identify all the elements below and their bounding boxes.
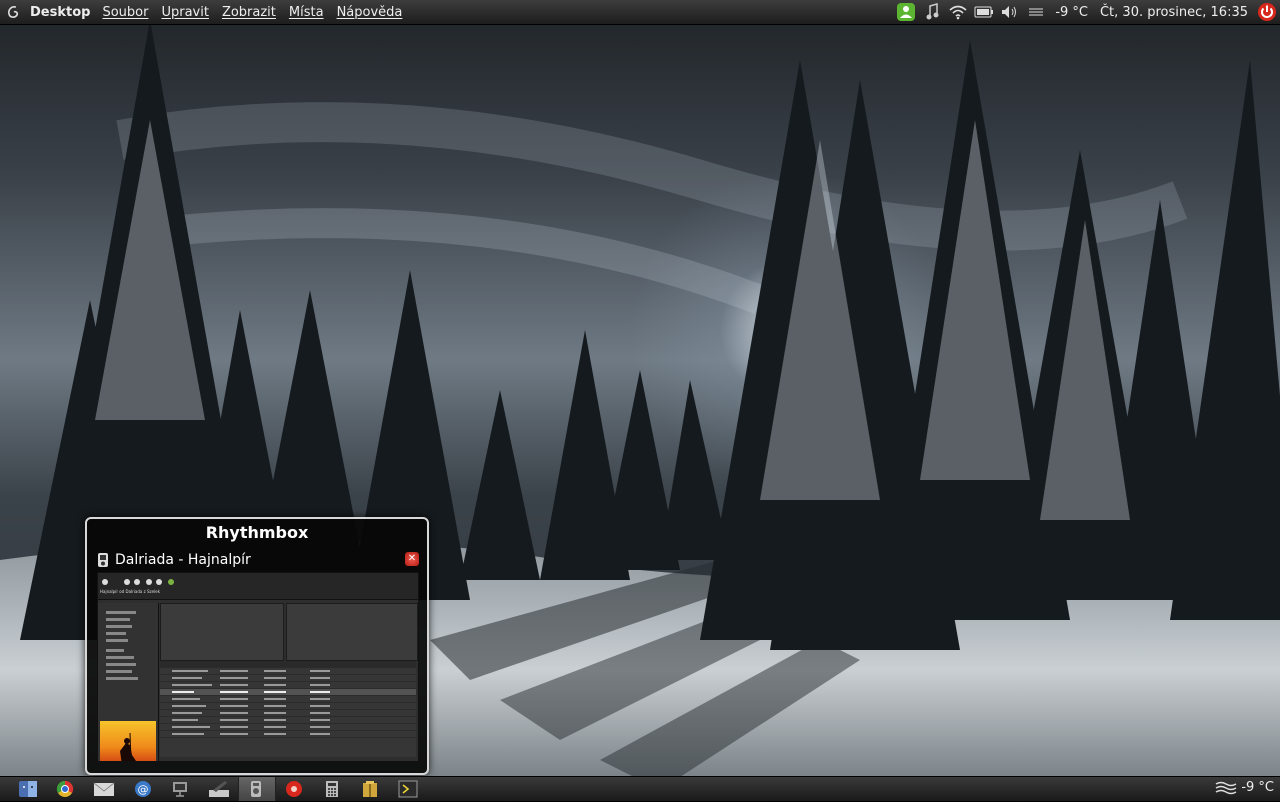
power-icon[interactable] (1257, 3, 1277, 21)
terminal-icon[interactable] (398, 780, 418, 798)
top-panel: Desktop Soubor Upravit Zobrazit Místa Ná… (0, 0, 1280, 25)
system-tray: -9 °C Čt, 30. prosinec, 16:35 (893, 0, 1280, 24)
thumb-next-icon (134, 579, 140, 585)
text-editor-icon[interactable] (207, 780, 229, 798)
wifi-icon[interactable] (948, 3, 968, 21)
close-icon[interactable]: ✕ (405, 552, 419, 566)
thumb-toolbar: Hajnalpír od Dalriada z Szelek (98, 573, 418, 600)
window-preview-popup: Rhythmbox Dalriada - Hajnalpír ✕ Hajnalp… (85, 517, 429, 775)
app-title[interactable]: Desktop (30, 5, 90, 20)
bottom-panel: @ -9 °C (0, 776, 1280, 801)
user-status-icon[interactable] (896, 3, 916, 21)
thumb-tracklist (160, 661, 416, 757)
top-temperature[interactable]: -9 °C (1055, 5, 1088, 20)
thumb-play-icon (102, 579, 108, 585)
finder-icon[interactable] (18, 780, 38, 798)
battery-icon[interactable] (974, 3, 994, 21)
mail-icon[interactable] (93, 780, 115, 798)
thumb-song-text: Hajnalpír od Dalriada z Szelek (100, 589, 160, 594)
bottom-temperature: -9 °C (1241, 780, 1274, 795)
rhythmbox-icon[interactable] (246, 780, 266, 798)
popup-window-title[interactable]: Dalriada - Hajnalpír (115, 552, 251, 568)
thumb-browser (160, 603, 418, 661)
thumb-prev-icon (124, 579, 130, 585)
menu-upravit[interactable]: Upravit (161, 5, 208, 20)
chrome-icon[interactable] (55, 780, 75, 798)
menu-mista[interactable]: Místa (289, 5, 324, 20)
thumb-shuffle-icon (156, 579, 162, 585)
media-player-icon (98, 553, 108, 567)
menu-napoveda[interactable]: Nápověda (337, 5, 403, 20)
bottom-weather[interactable]: -9 °C (1215, 780, 1274, 795)
calculator-icon[interactable] (322, 780, 342, 798)
fog-icon (1215, 781, 1237, 794)
network-monitor-icon[interactable] (170, 780, 190, 798)
rhythmbox-thumbnail[interactable]: Hajnalpír od Dalriada z Szelek (97, 572, 419, 762)
popup-window-entry[interactable]: Dalriada - Hajnalpír ✕ (97, 550, 419, 570)
thumb-visual-icon (168, 579, 174, 585)
weather-icon[interactable] (1026, 3, 1046, 21)
menu-zobrazit[interactable]: Zobrazit (222, 5, 276, 20)
volume-icon[interactable] (1000, 3, 1020, 21)
archive-icon[interactable] (360, 780, 380, 798)
debian-swirl-icon[interactable] (5, 3, 23, 21)
music-note-icon[interactable] (922, 3, 942, 21)
album-cover (100, 721, 156, 761)
svg-text:@: @ (138, 783, 149, 796)
thumb-sidebar (98, 603, 159, 761)
recorder-icon[interactable] (284, 780, 304, 798)
menu-soubor[interactable]: Soubor (102, 5, 148, 20)
popup-app-name: Rhythmbox (205, 523, 309, 542)
email-client-icon[interactable]: @ (133, 780, 153, 798)
thumb-repeat-icon (146, 579, 152, 585)
clock[interactable]: Čt, 30. prosinec, 16:35 (1100, 5, 1248, 20)
